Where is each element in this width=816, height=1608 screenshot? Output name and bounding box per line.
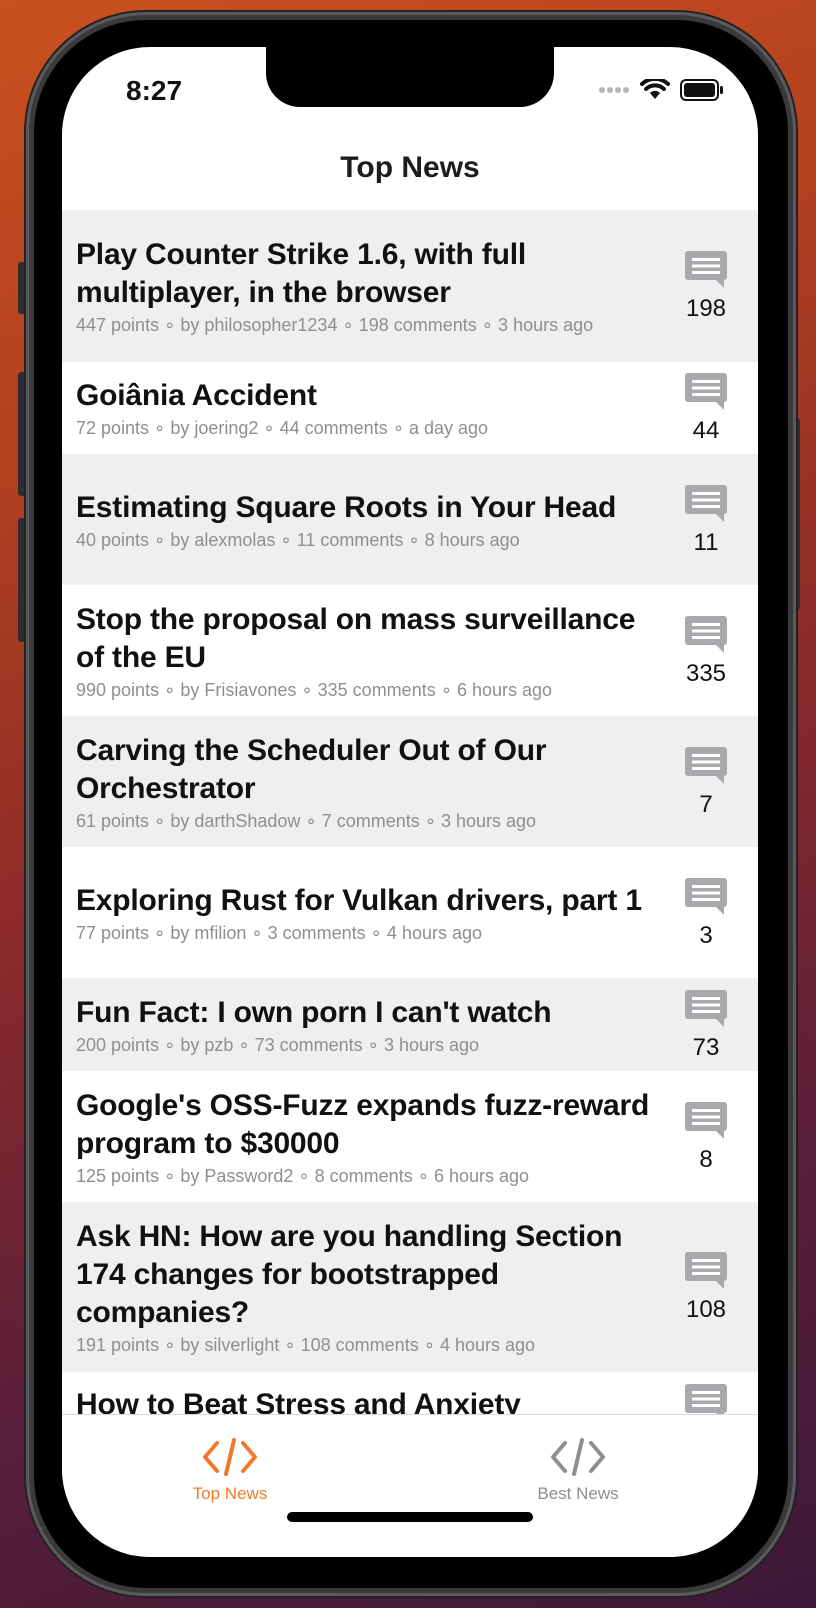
app-screen: 8:27 Top News Play Counter Strike 1.6, w…: [62, 47, 758, 1557]
story-text: Carving the Scheduler Out of Our Orchest…: [76, 732, 680, 832]
comment-count: 108: [685, 1296, 727, 1323]
comment-count: 198: [685, 295, 727, 322]
tab-bar: Top News Best News: [62, 1414, 758, 1557]
story-meta: 990 points ∘ by Frisiavones ∘ 335 commen…: [76, 679, 553, 700]
comment-bubble-icon: [685, 1101, 727, 1139]
story-meta: 191 points ∘ by silverlight ∘ 108 commen…: [76, 1335, 536, 1355]
story-row[interactable]: Play Counter Strike 1.6, with full multi…: [62, 210, 758, 362]
comment-bubble-icon: [685, 251, 727, 288]
camera-notch: [266, 47, 554, 107]
comment-bubble-icon: [685, 746, 727, 784]
comments-button[interactable]: 11: [680, 483, 732, 557]
story-text: Play Counter Strike 1.6, with full multi…: [76, 236, 680, 336]
story-title: Carving the Scheduler Out of Our Orchest…: [76, 733, 547, 805]
story-row[interactable]: Estimating Square Roots in Your Head 40 …: [62, 454, 758, 585]
story-text: Ask HN: How are you handling Section 174…: [76, 1218, 680, 1356]
comments-button[interactable]: 198: [680, 249, 732, 323]
story-row[interactable]: Goiânia Accident 72 points ∘ by joering2…: [62, 362, 758, 454]
comment-count: 335: [685, 659, 727, 687]
comment-bubble-icon: [685, 989, 727, 1027]
comments-button[interactable]: 73: [680, 988, 732, 1062]
comments-button[interactable]: 7: [680, 745, 732, 819]
status-icons: [598, 79, 724, 101]
comment-bubble-icon: [685, 877, 727, 915]
comment-count: 44: [692, 417, 720, 444]
story-meta: 77 points ∘ by mfilion ∘ 3 comments ∘ 4 …: [76, 922, 482, 943]
story-text: Exploring Rust for Vulkan drivers, part …: [76, 882, 680, 944]
comment-bubble-icon: [685, 1252, 727, 1289]
story-text: Fun Fact: I own porn I can't watch 200 p…: [76, 994, 680, 1056]
signal-icon: [599, 87, 629, 93]
story-meta: 200 points ∘ by pzb ∘ 73 comments ∘ 3 ho…: [76, 1034, 480, 1055]
tab-label: Top News: [192, 1484, 268, 1503]
story-title: Play Counter Strike 1.6, with full multi…: [76, 238, 526, 309]
comments-button[interactable]: [680, 1382, 732, 1414]
story-row[interactable]: Exploring Rust for Vulkan drivers, part …: [62, 847, 758, 978]
comments-button[interactable]: 335: [680, 614, 732, 688]
story-row[interactable]: Fun Fact: I own porn I can't watch 200 p…: [62, 978, 758, 1071]
comment-bubble-icon: [685, 484, 727, 522]
comments-button[interactable]: 3: [680, 876, 732, 950]
code-icon: [203, 1438, 257, 1476]
tab-label: Best News: [537, 1484, 619, 1503]
home-indicator[interactable]: [287, 1512, 533, 1522]
story-list[interactable]: Play Counter Strike 1.6, with full multi…: [62, 210, 758, 1414]
story-meta: 61 points ∘ by darthShadow ∘ 7 comments …: [76, 810, 537, 831]
comment-count: 11: [693, 528, 719, 556]
comments-button[interactable]: 108: [680, 1250, 732, 1324]
comments-button[interactable]: 8: [680, 1100, 732, 1174]
story-text: Stop the proposal on mass surveillance o…: [76, 601, 680, 701]
story-row[interactable]: How to Beat Stress and Anxiety: [62, 1372, 758, 1414]
story-title: How to Beat Stress and Anxiety: [76, 1388, 521, 1414]
story-title: Goiânia Accident: [76, 379, 317, 412]
story-row[interactable]: Stop the proposal on mass surveillance o…: [62, 585, 758, 716]
comment-count: 3: [699, 921, 713, 949]
comment-count: 8: [699, 1145, 713, 1173]
status-time: 8:27: [126, 75, 183, 106]
comment-bubble-icon: [685, 615, 727, 653]
story-text: Estimating Square Roots in Your Head 40 …: [76, 489, 680, 551]
story-title: Ask HN: How are you handling Section 174…: [76, 1220, 623, 1329]
code-icon: [551, 1438, 605, 1476]
story-row[interactable]: Carving the Scheduler Out of Our Orchest…: [62, 716, 758, 847]
story-meta: 125 points ∘ by Password2 ∘ 8 comments ∘…: [76, 1165, 530, 1186]
comment-count: 73: [692, 1033, 720, 1061]
story-row[interactable]: Google's OSS-Fuzz expands fuzz-reward pr…: [62, 1071, 758, 1202]
story-title: Fun Fact: I own porn I can't watch: [76, 995, 552, 1029]
story-meta: 447 points ∘ by philosopher1234 ∘ 198 co…: [76, 315, 594, 335]
story-text: How to Beat Stress and Anxiety: [76, 1386, 680, 1414]
story-text: Goiânia Accident 72 points ∘ by joering2…: [76, 377, 680, 439]
battery-icon: [680, 79, 723, 101]
story-meta: 72 points ∘ by joering2 ∘ 44 comments ∘ …: [76, 418, 489, 438]
tab-best-news[interactable]: Best News: [478, 1437, 678, 1504]
story-row[interactable]: Ask HN: How are you handling Section 174…: [62, 1202, 758, 1372]
comment-bubble-icon: [685, 1384, 727, 1414]
story-title: Exploring Rust for Vulkan drivers, part …: [76, 883, 642, 917]
page-title: Top News: [340, 151, 480, 184]
story-meta: 40 points ∘ by alexmolas ∘ 11 comments ∘…: [76, 529, 520, 550]
comments-button[interactable]: 44: [680, 371, 732, 445]
comment-count: 7: [699, 790, 713, 818]
story-text: Google's OSS-Fuzz expands fuzz-reward pr…: [76, 1087, 680, 1187]
story-title: Google's OSS-Fuzz expands fuzz-reward pr…: [76, 1088, 650, 1160]
story-title: Stop the proposal on mass surveillance o…: [76, 602, 636, 674]
comment-bubble-icon: [685, 373, 727, 410]
tab-top-news[interactable]: Top News: [130, 1437, 330, 1504]
wifi-icon: [640, 79, 670, 99]
story-title: Estimating Square Roots in Your Head: [76, 490, 617, 524]
